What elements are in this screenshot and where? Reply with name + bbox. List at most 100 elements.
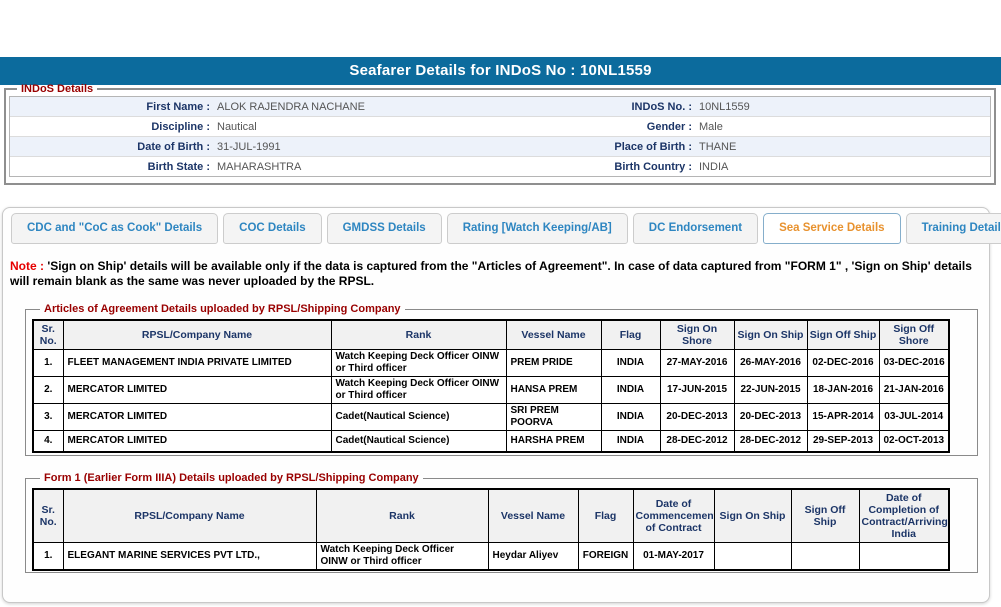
column-header: Sr. No. [33,320,63,350]
table-cell: FOREIGN [578,543,633,571]
birth-state-value: MAHARASHTRA [210,161,577,173]
table-cell: Watch Keeping Deck Officer OINW or Third… [331,377,506,404]
table-cell: 21-JAN-2016 [879,377,949,404]
page-title: Seafarer Details for INDoS No : 10NL1559 [0,57,1001,85]
table-cell: 03-DEC-2016 [879,350,949,377]
table-cell: 27-MAY-2016 [660,350,734,377]
discipline-value: Nautical [210,121,577,133]
table-cell: Watch Keeping Deck Officer OINW or Third… [316,543,488,571]
indos-row: Discipline : Nautical Gender : Male [10,117,990,137]
table-cell: 2. [33,377,63,404]
sign-on-ship-note: Note : 'Sign on Ship' details will be av… [10,259,986,289]
articles-of-agreement-table: Sr. No. RPSL/Company Name Rank Vessel Na… [32,319,950,453]
indos-row: First Name : ALOK RAJENDRA NACHANE INDoS… [10,97,990,117]
tab-cdc-coc-as-cook-details[interactable]: CDC and "CoC as Cook" Details [11,213,218,244]
table-cell: 1. [33,350,63,377]
column-header: Sign On Ship [714,489,791,543]
table-cell: 28-DEC-2012 [660,431,734,453]
table-cell [791,543,859,571]
birth-state-label: Birth State : [10,161,210,173]
table-row: 3. MERCATOR LIMITED Cadet(Nautical Scien… [33,404,949,431]
table-cell: 01-MAY-2017 [633,543,714,571]
table-cell: Cadet(Nautical Science) [331,404,506,431]
table-cell: 3. [33,404,63,431]
table-cell: INDIA [601,404,660,431]
column-header: Sign Off Shore [879,320,949,350]
table-cell: 02-DEC-2016 [807,350,879,377]
table-cell: 29-SEP-2013 [807,431,879,453]
content-card: CDC and "CoC as Cook" Details COC Detail… [2,207,990,603]
table-cell: 20-DEC-2013 [734,404,807,431]
table-cell: 03-JUL-2014 [879,404,949,431]
column-header: Flag [601,320,660,350]
tab-gmdss-details[interactable]: GMDSS Details [327,213,442,244]
table-cell: MERCATOR LIMITED [63,377,331,404]
table-cell: FLEET MANAGEMENT INDIA PRIVATE LIMITED [63,350,331,377]
table-cell: 18-JAN-2016 [807,377,879,404]
table-cell: 1. [33,543,63,571]
column-header: Sign On Ship [734,320,807,350]
column-header: Date of Completion of Contract/Arriving … [859,489,949,543]
table-cell: HARSHA PREM [506,431,601,453]
table-cell: Cadet(Nautical Science) [331,431,506,453]
column-header: Sign On Shore [660,320,734,350]
column-header: Rank [331,320,506,350]
indos-details-legend: INDoS Details [17,83,97,95]
indos-row: Birth State : MAHARASHTRA Birth Country … [10,157,990,176]
table-cell: HANSA PREM [506,377,601,404]
place-of-birth-label: Place of Birth : [577,141,692,153]
indos-row: Date of Birth : 31-JUL-1991 Place of Bir… [10,137,990,157]
table-cell: INDIA [601,431,660,453]
date-of-birth-label: Date of Birth : [10,141,210,153]
form1-fieldset: Form 1 (Earlier Form IIIA) Details uploa… [25,472,978,573]
birth-country-value: INDIA [692,161,990,173]
note-text: 'Sign on Ship' details will be available… [10,259,972,288]
birth-country-label: Birth Country : [577,161,692,173]
table-row: 2. MERCATOR LIMITED Watch Keeping Deck O… [33,377,949,404]
table-cell: 20-DEC-2013 [660,404,734,431]
note-label: Note : [10,259,44,273]
articles-of-agreement-legend: Articles of Agreement Details uploaded b… [40,303,405,315]
table-cell: Watch Keeping Deck Officer OINW or Third… [331,350,506,377]
tab-sea-service-details[interactable]: Sea Service Details [763,213,901,244]
column-header: RPSL/Company Name [63,489,316,543]
column-header: Vessel Name [488,489,578,543]
column-header: Vessel Name [506,320,601,350]
tab-training-details[interactable]: Training Details [906,213,1001,244]
table-cell: PREM PRIDE [506,350,601,377]
articles-of-agreement-fieldset: Articles of Agreement Details uploaded b… [25,303,978,456]
indos-no-value: 10NL1559 [692,101,990,113]
table-cell: 4. [33,431,63,453]
form1-legend: Form 1 (Earlier Form IIIA) Details uploa… [40,472,423,484]
table-row: 1. FLEET MANAGEMENT INDIA PRIVATE LIMITE… [33,350,949,377]
indos-details-grid: First Name : ALOK RAJENDRA NACHANE INDoS… [9,96,991,177]
table-cell: 26-MAY-2016 [734,350,807,377]
first-name-label: First Name : [10,101,210,113]
table-cell: 17-JUN-2015 [660,377,734,404]
table-row: 4. MERCATOR LIMITED Cadet(Nautical Scien… [33,431,949,453]
table-cell [714,543,791,571]
first-name-value: ALOK RAJENDRA NACHANE [210,101,577,113]
column-header: Date of Commencement of Contract [633,489,714,543]
tab-rating-watch-keeping-ab[interactable]: Rating [Watch Keeping/AB] [447,213,628,244]
indos-details-fieldset: INDoS Details First Name : ALOK RAJENDRA… [4,83,996,185]
table-cell: 28-DEC-2012 [734,431,807,453]
tab-bar: CDC and "CoC as Cook" Details COC Detail… [11,213,1001,244]
tab-dc-endorsement[interactable]: DC Endorsement [633,213,758,244]
gender-label: Gender : [577,121,692,133]
tab-coc-details[interactable]: COC Details [223,213,321,244]
table-header-row: Sr. No. RPSL/Company Name Rank Vessel Na… [33,320,949,350]
table-cell: MERCATOR LIMITED [63,404,331,431]
table-cell: 15-APR-2014 [807,404,879,431]
table-cell: SRI PREM POORVA [506,404,601,431]
column-header: Rank [316,489,488,543]
table-cell: INDIA [601,377,660,404]
table-cell: 22-JUN-2015 [734,377,807,404]
column-header: Sign Off Ship [791,489,859,543]
table-row: 1. ELEGANT MARINE SERVICES PVT LTD., Wat… [33,543,949,571]
column-header: Sign Off Ship [807,320,879,350]
table-cell: 02-OCT-2013 [879,431,949,453]
table-cell: Heydar Aliyev [488,543,578,571]
indos-no-label: INDoS No. : [577,101,692,113]
discipline-label: Discipline : [10,121,210,133]
